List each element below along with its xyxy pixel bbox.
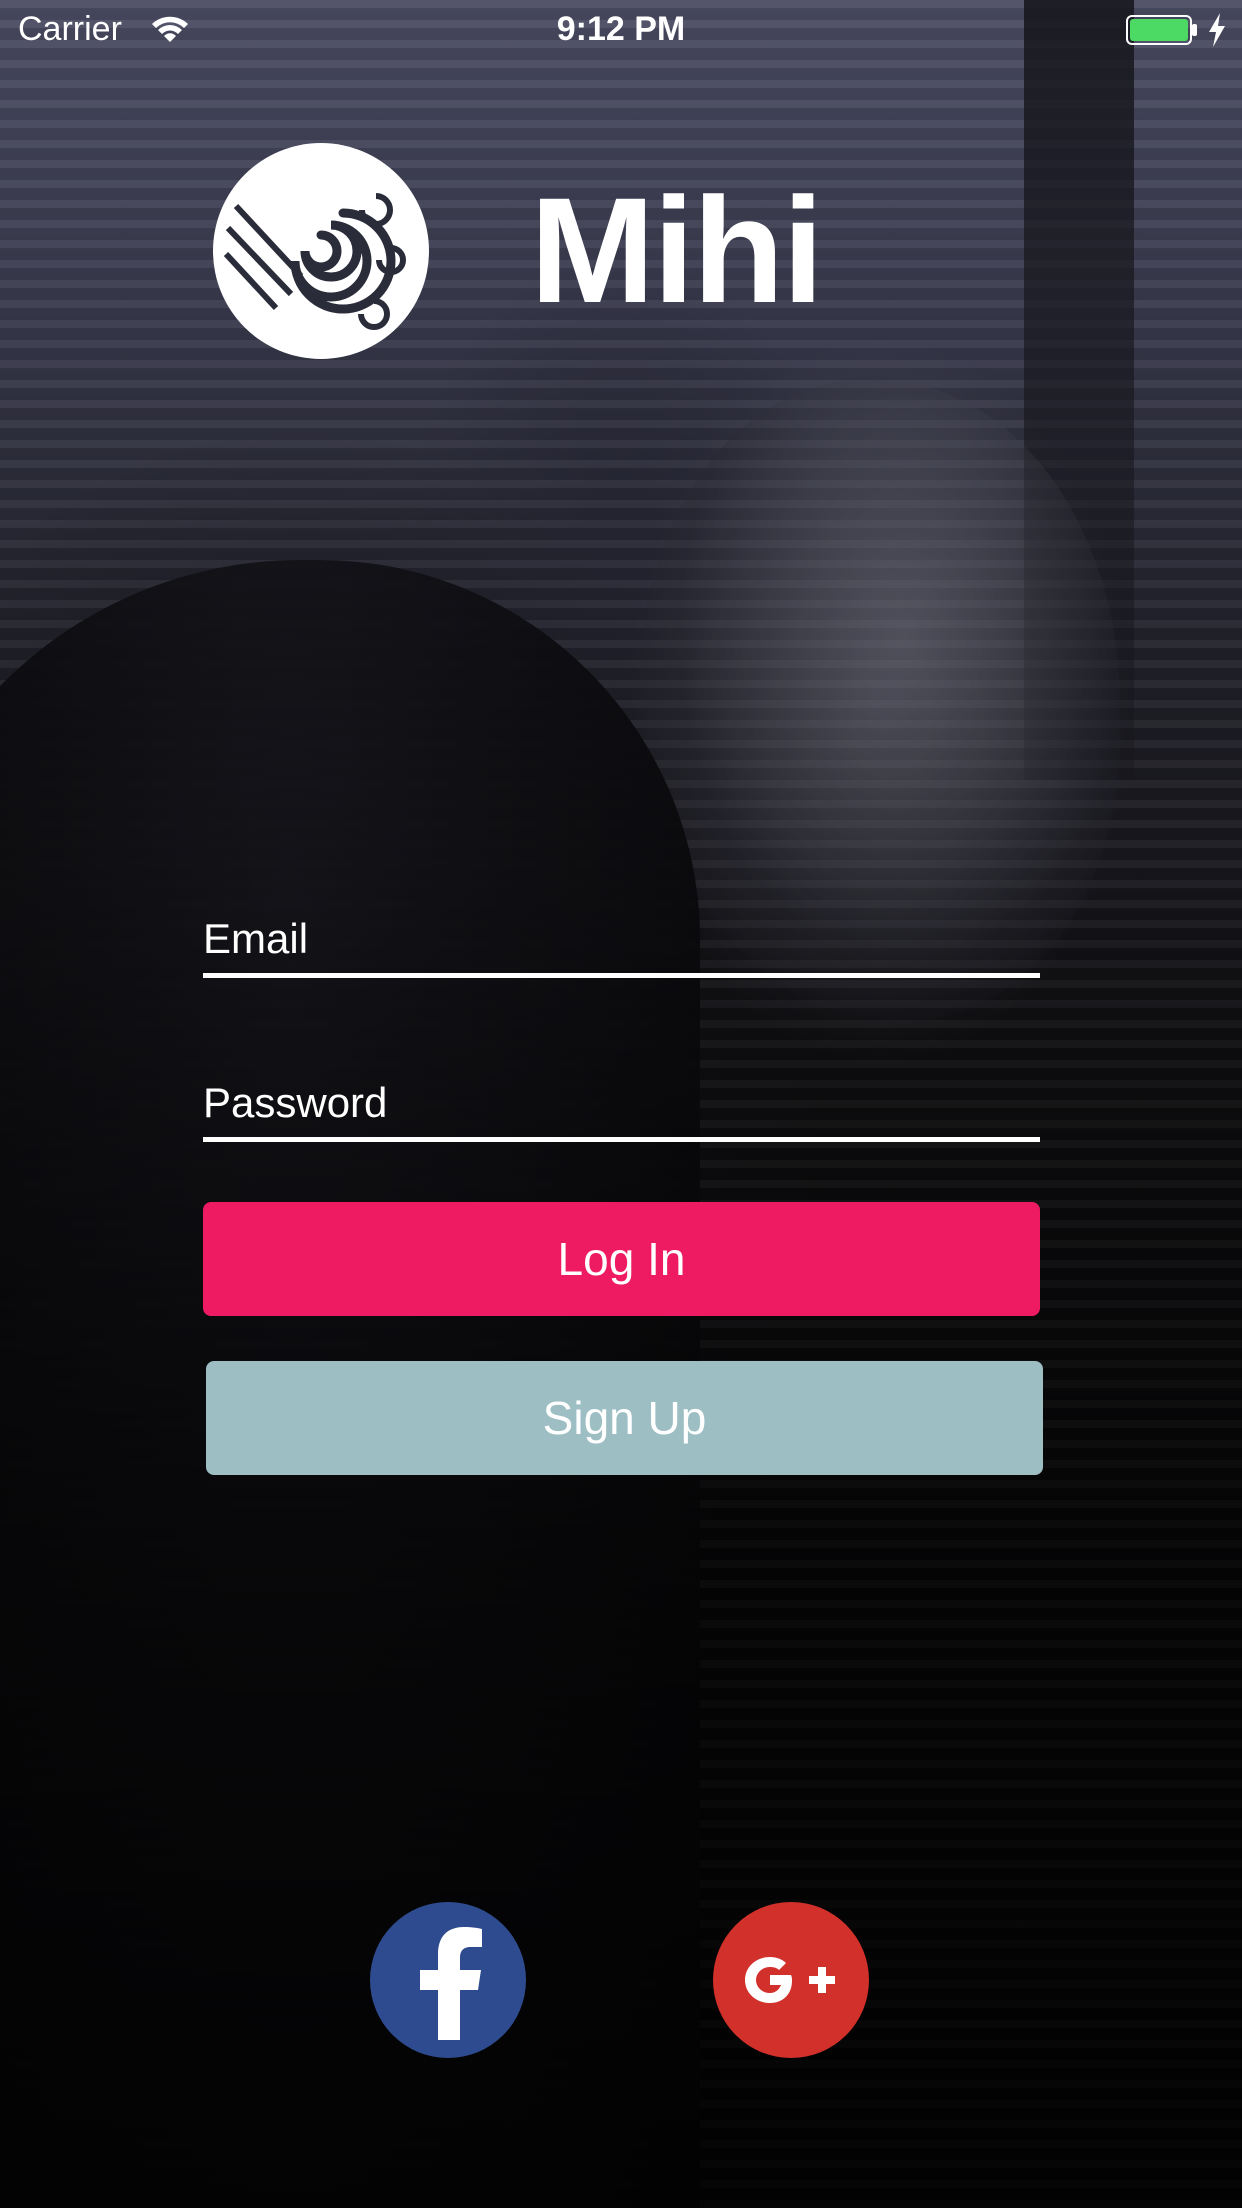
- koru-logo-icon: [213, 143, 429, 359]
- login-screen: Carrier 9:12 PM Mihi Log In Sig: [0, 0, 1242, 2208]
- email-field[interactable]: [203, 915, 1040, 963]
- status-time: 9:12 PM: [556, 10, 686, 48]
- password-field-container: [203, 1067, 1040, 1142]
- facebook-icon: [420, 1927, 482, 2040]
- charging-bolt-icon: [1209, 13, 1225, 47]
- battery-icon: [1126, 15, 1197, 45]
- status-bar: Carrier 9:12 PM: [0, 0, 1242, 60]
- google-login-button[interactable]: [713, 1902, 869, 2058]
- login-button[interactable]: Log In: [203, 1202, 1040, 1316]
- email-field-container: [203, 903, 1040, 978]
- password-field[interactable]: [203, 1079, 1040, 1127]
- app-title: Mihi: [530, 166, 824, 334]
- google-plus-icon: [745, 1957, 835, 2003]
- signup-button[interactable]: Sign Up: [206, 1361, 1043, 1475]
- facebook-login-button[interactable]: [370, 1902, 526, 2058]
